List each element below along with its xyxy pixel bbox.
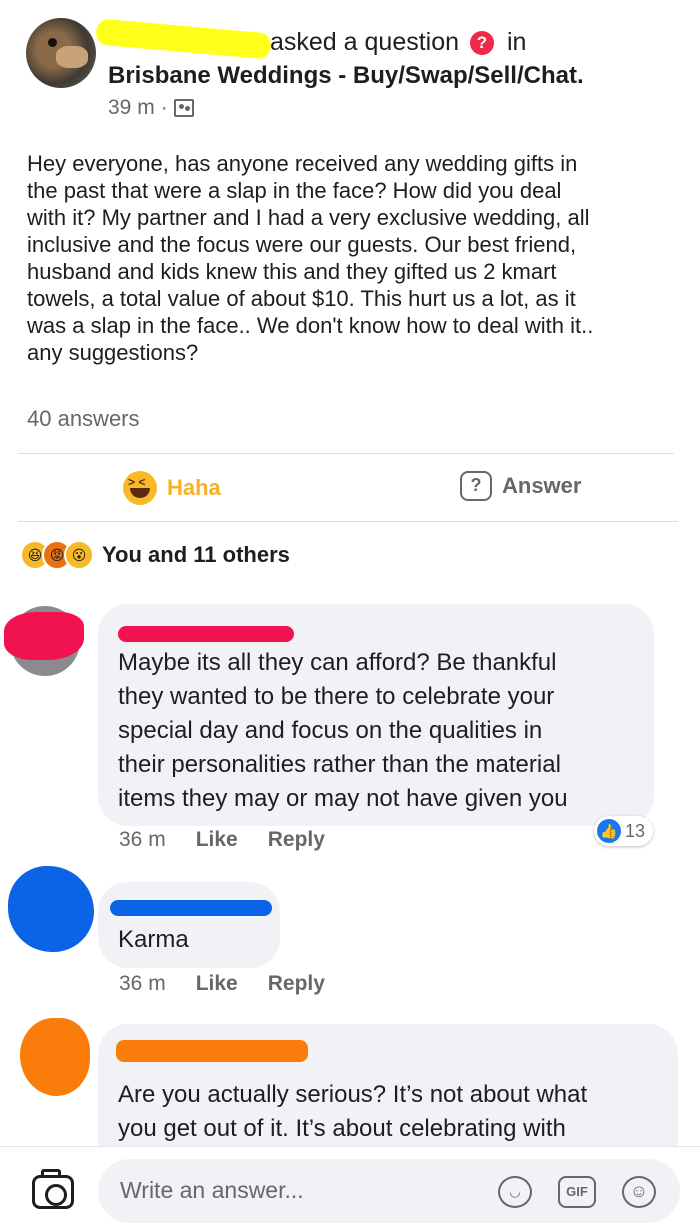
commenter-name-redaction: [118, 626, 294, 642]
in-label: in: [506, 28, 527, 56]
comment: Are you actually serious? It’s not about…: [0, 1012, 700, 1146]
group-name-link[interactable]: Brisbane Weddings - Buy/Swap/Sell/Chat.: [108, 62, 584, 90]
comment-reply-button[interactable]: Reply: [268, 972, 325, 996]
comment-text: Maybe its all they can afford? Be thankf…: [118, 649, 568, 812]
question-icon: ?: [469, 31, 494, 55]
post-meta: 39 m ·: [108, 96, 194, 120]
commenter-avatar[interactable]: [20, 1018, 90, 1096]
divider: [18, 521, 678, 522]
emoji-icon[interactable]: ☺: [622, 1176, 656, 1208]
author-avatar[interactable]: [26, 18, 96, 88]
post-header: asked a question ? in Brisbane Weddings …: [0, 0, 700, 140]
like-thumb-icon: 👍: [597, 819, 621, 843]
comment-time[interactable]: 36 m: [119, 828, 166, 852]
group-audience-icon: [173, 99, 194, 117]
answer-composer: Write an answer... ◡ GIF ☺: [0, 1146, 700, 1230]
avatar-redaction: [4, 612, 84, 660]
question-bubble-icon: ?: [460, 471, 492, 501]
gif-icon[interactable]: GIF: [558, 1176, 596, 1208]
comment-like-button[interactable]: Like: [196, 972, 238, 996]
meta-separator: ·: [160, 96, 168, 119]
comment: Maybe its all they can afford? Be thankf…: [0, 600, 700, 860]
comment-like-count[interactable]: 👍 13: [594, 816, 654, 846]
comment-bubble: Karma: [98, 882, 280, 968]
post-time[interactable]: 39 m: [108, 96, 155, 120]
like-count: 13: [625, 820, 646, 841]
post-headline: asked a question ? in: [270, 28, 526, 57]
haha-icon: [123, 471, 157, 505]
haha-label: Haha: [167, 475, 221, 500]
answers-count[interactable]: 40 answers: [27, 406, 140, 432]
answer-input[interactable]: Write an answer... ◡ GIF ☺: [98, 1159, 680, 1223]
avatar-eye: [48, 38, 57, 47]
haha-reaction-button[interactable]: Haha: [123, 471, 221, 505]
comment-time[interactable]: 36 m: [119, 972, 166, 996]
camera-icon[interactable]: [32, 1169, 74, 1209]
commenter-name-redaction: [116, 1040, 308, 1062]
sticker-icon[interactable]: ◡: [498, 1176, 532, 1208]
author-action-text: asked a question: [270, 28, 460, 56]
author-name-redaction: [95, 18, 272, 60]
comment-text: Karma: [118, 926, 189, 953]
answer-input-placeholder: Write an answer...: [120, 1177, 304, 1203]
wow-icon: 😮: [64, 540, 94, 570]
question-text: Hey everyone, has anyone received any we…: [27, 151, 594, 365]
reactions-text: You and 11 others: [102, 542, 290, 567]
comment-actions: 36 m Like Reply: [119, 972, 325, 996]
reactions-summary[interactable]: 😆 😡 😮 You and 11 others: [20, 540, 290, 570]
comment-like-button[interactable]: Like: [196, 828, 238, 852]
comment-actions: 36 m Like Reply: [119, 828, 325, 852]
commenter-avatar[interactable]: [8, 866, 94, 952]
commenter-name-redaction: [110, 900, 272, 916]
comment-text: Are you actually serious? It’s not about…: [118, 1081, 588, 1142]
comment-reply-button[interactable]: Reply: [268, 828, 325, 852]
answer-label: Answer: [502, 473, 582, 498]
answer-button[interactable]: ? Answer: [460, 471, 581, 501]
comment: Karma 36 m Like Reply: [0, 860, 700, 1010]
avatar-snout: [56, 46, 88, 68]
comment-bubble: Are you actually serious? It’s not about…: [98, 1024, 678, 1146]
comment-bubble: Maybe its all they can afford? Be thankf…: [98, 604, 654, 826]
action-bar: Haha ? Answer: [18, 455, 678, 521]
divider: [18, 453, 674, 454]
